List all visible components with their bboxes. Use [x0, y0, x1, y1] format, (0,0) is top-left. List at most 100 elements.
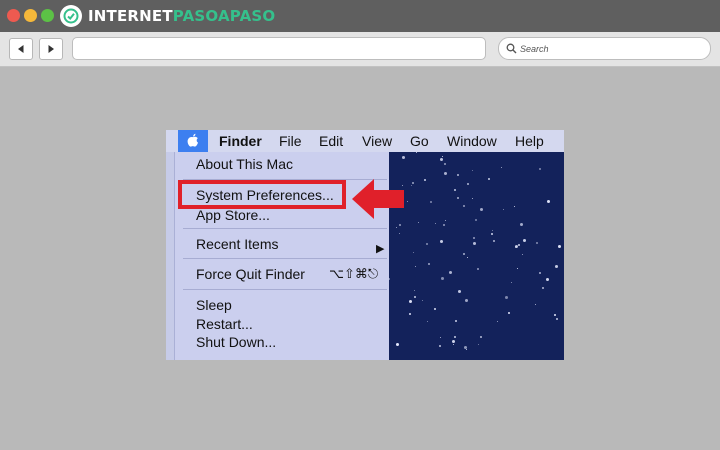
menu-item-shut-down[interactable]: Shut Down... [196, 334, 276, 350]
address-bar[interactable] [72, 37, 486, 60]
star [443, 224, 445, 226]
menu-separator [183, 258, 387, 259]
menu-item-recent-items[interactable]: Recent Items [196, 236, 278, 252]
star [514, 206, 515, 207]
star [442, 156, 443, 157]
back-button[interactable] [9, 38, 33, 60]
menu-item-sleep[interactable]: Sleep [196, 297, 232, 313]
star [547, 200, 550, 203]
menu-item-about[interactable]: About This Mac [196, 156, 293, 172]
star [517, 268, 518, 269]
star [475, 219, 477, 221]
star [539, 168, 541, 170]
menubar-item-finder[interactable]: Finder [219, 133, 262, 149]
highlight-box [178, 180, 346, 209]
star [407, 201, 408, 202]
minimize-window-button[interactable] [24, 9, 37, 22]
star [480, 336, 482, 338]
star [441, 277, 444, 280]
star [488, 178, 490, 180]
star [463, 253, 465, 255]
menubar-item-view[interactable]: View [362, 133, 392, 149]
star [555, 265, 558, 268]
maximize-window-button[interactable] [41, 9, 54, 22]
search-icon [506, 43, 517, 54]
star [520, 223, 523, 226]
star [536, 242, 538, 244]
star [505, 296, 508, 299]
star [539, 272, 541, 274]
menu-item-app-store[interactable]: App Store... [196, 207, 270, 223]
star [440, 337, 441, 338]
forward-icon [48, 45, 54, 53]
star [418, 222, 419, 223]
star [515, 246, 517, 248]
close-window-button[interactable] [7, 9, 20, 22]
apple-icon [187, 133, 198, 147]
star [414, 296, 416, 298]
star [467, 183, 469, 185]
brand-logo-icon [60, 5, 82, 27]
star [454, 336, 456, 338]
star [412, 182, 414, 184]
star [472, 170, 473, 171]
star [439, 345, 441, 347]
star [416, 152, 417, 153]
submenu-arrow-icon: ▶ [376, 243, 385, 255]
star [444, 163, 446, 165]
star [409, 313, 411, 315]
star [492, 230, 493, 231]
menubar-item-window[interactable]: Window [447, 133, 497, 149]
star [473, 242, 476, 245]
star [546, 278, 549, 281]
star [409, 300, 412, 303]
brand-text-internet: INTERNET [88, 7, 173, 25]
star [556, 318, 558, 320]
search-input[interactable]: Search [498, 37, 711, 60]
star [480, 208, 483, 211]
menubar-item-edit[interactable]: Edit [319, 133, 343, 149]
menu-separator [183, 289, 387, 290]
star [467, 257, 468, 258]
star [463, 205, 465, 207]
star [452, 340, 455, 343]
menu-item-force-quit[interactable]: Force Quit Finder [196, 266, 305, 282]
back-icon [18, 45, 24, 53]
star [542, 287, 544, 289]
star [478, 344, 479, 345]
star [453, 344, 454, 345]
search-placeholder: Search [520, 43, 549, 54]
menubar-item-go[interactable]: Go [410, 133, 429, 149]
forward-button[interactable] [39, 38, 63, 60]
star [466, 349, 467, 350]
star [428, 263, 430, 265]
star [440, 158, 443, 161]
star [477, 268, 479, 270]
star [422, 300, 423, 301]
star [458, 290, 461, 293]
menubar-item-file[interactable]: File [279, 133, 302, 149]
browser-titlebar: INTERNETPASOAPASO [0, 0, 720, 32]
star [396, 343, 399, 346]
star [523, 239, 526, 242]
star [445, 220, 446, 221]
star [508, 312, 510, 314]
desktop-wallpaper [388, 152, 564, 360]
star [427, 321, 428, 322]
menubar-item-help[interactable]: Help [515, 133, 544, 149]
apple-menu-button[interactable] [178, 130, 208, 152]
star [455, 320, 457, 322]
star [415, 266, 416, 267]
menu-separator [183, 228, 387, 229]
star [491, 233, 493, 235]
star [503, 209, 504, 210]
mac-menubar: Finder File Edit View Go Window Help [166, 130, 564, 152]
star [399, 233, 400, 234]
star [449, 271, 452, 274]
browser-toolbar: Search [0, 32, 720, 67]
star [497, 321, 498, 322]
star [440, 240, 443, 243]
star [426, 243, 428, 245]
star [535, 304, 536, 305]
menu-item-restart[interactable]: Restart... [196, 316, 253, 332]
